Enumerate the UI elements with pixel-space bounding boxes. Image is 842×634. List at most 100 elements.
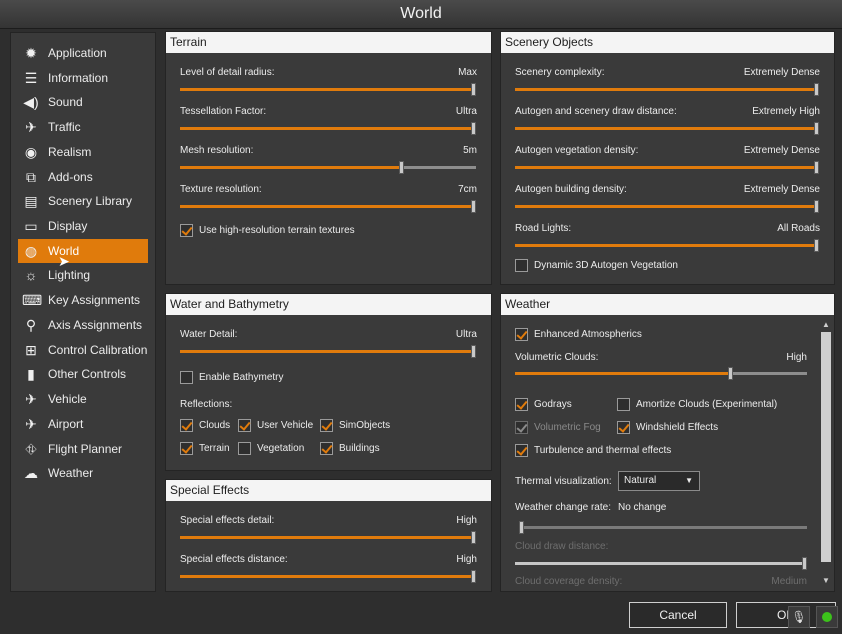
checkbox-box[interactable]	[515, 398, 528, 411]
weather-change-rate-slider[interactable]	[519, 521, 807, 534]
checkbox-label: Buildings	[339, 443, 380, 454]
sidebar-item-traffic[interactable]: ✈ Traffic	[18, 115, 148, 139]
slider-thumb[interactable]	[399, 161, 404, 174]
slider-thumb[interactable]	[519, 521, 524, 534]
reflect-user-vehicle-checkbox[interactable]: User Vehicle	[238, 419, 313, 432]
slider-thumb[interactable]	[814, 239, 819, 252]
checkbox-box[interactable]	[180, 371, 193, 384]
sidebar-item-control-calibration[interactable]: ⊞ Control Calibration	[18, 338, 148, 362]
road-lights-slider[interactable]	[515, 239, 819, 252]
sidebar-item-realism[interactable]: ◉ Realism	[18, 140, 148, 164]
scroll-up-icon[interactable]: ▲	[821, 320, 831, 329]
sidebar-item-scenery-library[interactable]: ▤ Scenery Library	[18, 189, 148, 213]
water-detail-value: Ultra	[455, 329, 477, 340]
checkbox-box[interactable]	[515, 421, 528, 434]
slider-thumb[interactable]	[814, 200, 819, 213]
checkbox-box[interactable]	[515, 328, 528, 341]
slider-thumb[interactable]	[471, 200, 476, 213]
slider-fill	[180, 127, 476, 130]
thermal-visualization-select[interactable]: Natural ▼	[618, 471, 700, 491]
turbulence-checkbox[interactable]: Turbulence and thermal effects	[515, 444, 671, 457]
checkbox-box[interactable]	[320, 419, 333, 432]
sidebar-item-other-controls[interactable]: ▮ Other Controls	[18, 362, 148, 386]
autogen-distance-slider[interactable]	[515, 122, 819, 135]
dynamic-vegetation-checkbox[interactable]: Dynamic 3D Autogen Vegetation	[515, 259, 678, 272]
checkbox-box[interactable]	[238, 419, 251, 432]
cloud-draw-distance-slider[interactable]	[515, 557, 807, 570]
sidebar-item-label: Key Assignments	[48, 293, 141, 307]
checkbox-box[interactable]	[515, 444, 528, 457]
checkbox-label: Enable Bathymetry	[199, 372, 284, 383]
sidebar-item-information[interactable]: ☰ Information	[18, 66, 148, 90]
slider-thumb[interactable]	[471, 83, 476, 96]
cancel-button[interactable]: Cancel	[629, 602, 727, 628]
sidebar-item-flight-planner[interactable]: ⛗ Flight Planner	[18, 437, 148, 461]
checkbox-box[interactable]	[617, 398, 630, 411]
autogen-distance-value: Extremely High	[752, 106, 820, 117]
sidebar-item-label: Vehicle	[48, 392, 87, 406]
bathymetry-checkbox[interactable]: Enable Bathymetry	[180, 371, 284, 384]
hires-textures-checkbox[interactable]: Use high-resolution terrain textures	[180, 224, 355, 237]
sidebar-item-weather[interactable]: ☁ Weather	[18, 461, 148, 485]
checkbox-box[interactable]	[238, 442, 251, 455]
building-density-slider[interactable]	[515, 200, 819, 213]
effects-distance-slider[interactable]	[180, 570, 476, 583]
slider-thumb[interactable]	[814, 122, 819, 135]
godrays-checkbox[interactable]: Godrays	[515, 398, 572, 411]
reflect-vegetation-checkbox[interactable]: Vegetation	[238, 442, 304, 455]
water-panel: Water and Bathymetry Water Detail: Ultra…	[165, 293, 492, 471]
slider-thumb[interactable]	[802, 557, 807, 570]
mesh-resolution-slider[interactable]	[180, 161, 476, 174]
checkbox-box[interactable]	[515, 259, 528, 272]
effects-detail-value: High	[456, 515, 477, 526]
sidebar-item-label: Lighting	[48, 268, 91, 282]
sidebar-item-label: Sound	[48, 95, 83, 109]
volumetric-clouds-slider[interactable]	[515, 367, 807, 380]
tessellation-slider[interactable]	[180, 122, 476, 135]
slider-thumb[interactable]	[814, 161, 819, 174]
sidebar-item-addons[interactable]: ⧉ Add-ons	[18, 165, 148, 189]
slider-thumb[interactable]	[471, 531, 476, 544]
checkbox-box[interactable]	[320, 442, 333, 455]
microphone-button[interactable]: 🎙	[788, 606, 810, 628]
reflect-terrain-checkbox[interactable]: Terrain	[180, 442, 230, 455]
sidebar-item-world[interactable]: ◍ World	[18, 239, 148, 263]
checkbox-box[interactable]	[617, 421, 630, 434]
scenery-objects-panel: Scenery Objects Scenery complexity: Extr…	[500, 31, 835, 285]
scroll-down-icon[interactable]: ▼	[821, 576, 831, 585]
lod-slider[interactable]	[180, 83, 476, 96]
enhanced-atmospherics-checkbox[interactable]: Enhanced Atmospherics	[515, 328, 642, 341]
slider-thumb[interactable]	[471, 122, 476, 135]
vegetation-density-slider[interactable]	[515, 161, 819, 174]
sidebar-item-airport[interactable]: ✈ Airport	[18, 412, 148, 436]
sidebar-item-lighting[interactable]: ☼ Lighting	[18, 263, 148, 287]
amortize-clouds-checkbox[interactable]: Amortize Clouds (Experimental)	[617, 398, 777, 411]
scroll-thumb[interactable]	[821, 332, 831, 562]
sidebar-item-axis-assignments[interactable]: ⚲ Axis Assignments	[18, 313, 148, 337]
effects-detail-slider[interactable]	[180, 531, 476, 544]
sidebar-item-display[interactable]: ▭ Display	[18, 214, 148, 238]
slider-thumb[interactable]	[471, 345, 476, 358]
sidebar-item-vehicle[interactable]: ✈ Vehicle	[18, 387, 148, 411]
volumetric-fog-checkbox[interactable]: Volumetric Fog	[515, 421, 601, 434]
slider-thumb[interactable]	[728, 367, 734, 380]
weather-scrollbar[interactable]: ▲ ▼	[821, 320, 831, 588]
checkbox-box[interactable]	[180, 442, 193, 455]
scenery-complexity-slider[interactable]	[515, 83, 819, 96]
texture-resolution-value: 7cm	[458, 184, 477, 195]
slider-thumb[interactable]	[814, 83, 819, 96]
sidebar-item-application[interactable]: ✹ Application	[18, 41, 148, 65]
texture-resolution-slider[interactable]	[180, 200, 476, 213]
checkbox-box[interactable]	[180, 419, 193, 432]
reflect-simobjects-checkbox[interactable]: SimObjects	[320, 419, 390, 432]
checkbox-box[interactable]	[180, 224, 193, 237]
slider-thumb[interactable]	[471, 570, 476, 583]
sidebar-item-label: Add-ons	[48, 170, 93, 184]
windshield-effects-checkbox[interactable]: Windshield Effects	[617, 421, 718, 434]
sidebar-item-key-assignments[interactable]: ⌨ Key Assignments	[18, 288, 148, 312]
reflect-clouds-checkbox[interactable]: Clouds	[180, 419, 230, 432]
water-detail-label: Water Detail:	[180, 329, 238, 340]
reflect-buildings-checkbox[interactable]: Buildings	[320, 442, 380, 455]
sidebar-item-sound[interactable]: ◀) Sound	[18, 90, 148, 114]
water-detail-slider[interactable]	[180, 345, 476, 358]
